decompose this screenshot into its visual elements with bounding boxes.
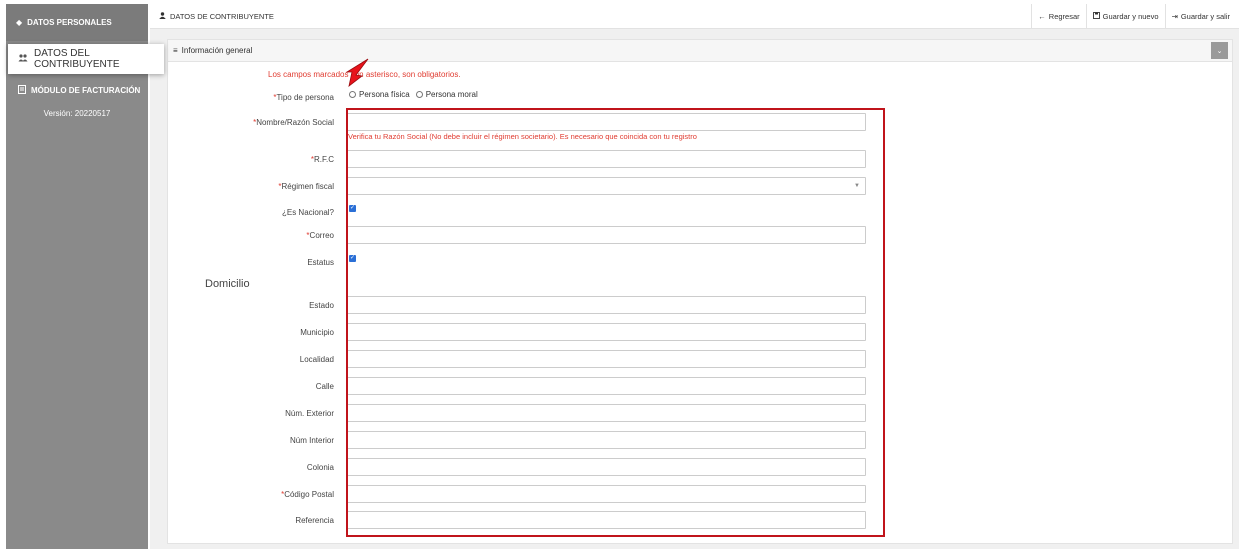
- label-text: Código Postal: [284, 490, 334, 499]
- estado-label: Estado: [309, 301, 334, 310]
- chevron-down-icon: ⌄: [1216, 47, 1223, 55]
- sign-out-icon: ⇥: [1171, 12, 1178, 21]
- codigo-postal-label: *Código Postal: [281, 490, 334, 499]
- sidebar-header[interactable]: ◆ DATOS PERSONALES: [6, 4, 148, 41]
- label-text: R.F.C: [314, 155, 334, 164]
- user-icon: [159, 12, 166, 21]
- toolbar: ← Regresar Guardar y nuevo ⇥ Guardar y s…: [1031, 4, 1236, 29]
- correo-label: *Correo: [306, 231, 334, 240]
- label-text: Nombre/Razón Social: [256, 118, 334, 127]
- select-arrow-icon: ▼: [854, 183, 860, 189]
- radio-label: Persona moral: [425, 90, 478, 99]
- save-new-button[interactable]: Guardar y nuevo: [1085, 4, 1165, 29]
- localidad-input[interactable]: [347, 350, 866, 368]
- codigo-postal-input[interactable]: [347, 485, 866, 503]
- estado-input[interactable]: [347, 296, 866, 314]
- radio-circle[interactable]: [415, 91, 423, 98]
- nombre-label: *Nombre/Razón Social: [253, 118, 334, 127]
- num-interior-input[interactable]: [347, 431, 866, 449]
- estatus-label: Estatus: [307, 258, 334, 267]
- sidebar-item-contribuyente[interactable]: DATOS DEL CONTRIBUYENTE: [8, 44, 164, 74]
- sidebar: ◆ DATOS PERSONALES MÓDULO DE FACTURACIÓN…: [6, 4, 148, 549]
- referencia-label: Referencia: [295, 516, 334, 525]
- panel-header: ≡ Información general ⌄: [168, 40, 1232, 62]
- sidebar-item-label: MÓDULO DE FACTURACIÓN: [31, 85, 141, 95]
- radio-persona-moral[interactable]: Persona moral: [415, 90, 478, 99]
- label-text: Tipo de persona: [276, 93, 334, 102]
- calle-input[interactable]: [347, 377, 866, 395]
- num-interior-label: Núm Interior: [289, 436, 334, 445]
- page-title-text: DATOS DE CONTRIBUYENTE: [170, 12, 274, 21]
- nombre-input[interactable]: [347, 113, 866, 131]
- tipo-persona-radio-group: Persona física Persona moral: [349, 90, 478, 99]
- regimen-label: *Régimen fiscal: [278, 182, 334, 191]
- sidebar-item-label: DATOS DEL CONTRIBUYENTE: [34, 48, 120, 70]
- localidad-label: Localidad: [299, 355, 334, 364]
- correo-input[interactable]: [347, 226, 866, 244]
- radio-circle[interactable]: [349, 91, 356, 98]
- referencia-input[interactable]: [347, 511, 866, 529]
- red-arrow-icon: [346, 58, 369, 87]
- num-exterior-label: Núm. Exterior: [285, 409, 334, 418]
- label-text: Correo: [309, 231, 334, 240]
- arrow-left-icon: ←: [1038, 12, 1046, 21]
- radio-label: Persona física: [359, 90, 410, 99]
- municipio-input[interactable]: [347, 323, 866, 341]
- estatus-checkbox[interactable]: ✓: [349, 255, 356, 262]
- label-text: Régimen fiscal: [281, 182, 334, 191]
- diamond-icon: ◆: [16, 18, 23, 27]
- sidebar-header-label: DATOS PERSONALES: [27, 18, 112, 27]
- nombre-hint: Verifica tu Razón Social (No debe inclui…: [348, 132, 697, 141]
- save-exit-button-label: Guardar y salir: [1180, 12, 1230, 21]
- regimen-select[interactable]: ▼: [347, 177, 866, 195]
- collapse-button[interactable]: ⌄: [1211, 42, 1228, 59]
- calle-label: Calle: [315, 382, 334, 391]
- radio-persona-fisica[interactable]: Persona física: [349, 90, 410, 99]
- nacional-checkbox[interactable]: ✓: [349, 205, 356, 212]
- back-button-label: Regresar: [1048, 12, 1080, 21]
- rfc-input[interactable]: [347, 150, 866, 168]
- page-title: DATOS DE CONTRIBUYENTE: [159, 12, 274, 21]
- version-label: Versión: 20220517: [43, 109, 111, 118]
- rfc-label: *R.F.C: [310, 155, 334, 164]
- top-bar: DATOS DE CONTRIBUYENTE ← Regresar Guarda…: [150, 4, 1239, 29]
- users-icon: [18, 53, 28, 65]
- nacional-label: ¿Es Nacional?: [281, 208, 334, 217]
- sidebar-item-facturacion[interactable]: MÓDULO DE FACTURACIÓN: [6, 80, 148, 100]
- municipio-label: Municipio: [300, 328, 334, 337]
- colonia-input[interactable]: [347, 458, 866, 476]
- domicilio-title: Domicilio: [205, 278, 250, 290]
- save-new-button-label: Guardar y nuevo: [1102, 12, 1159, 21]
- back-button[interactable]: ← Regresar: [1031, 4, 1085, 29]
- num-exterior-input[interactable]: [347, 404, 866, 422]
- hamburger-icon: ≡: [173, 46, 178, 55]
- save-exit-button[interactable]: ⇥ Guardar y salir: [1164, 4, 1236, 29]
- panel-title: Información general: [181, 46, 253, 55]
- save-icon: [1092, 12, 1100, 21]
- document-icon: [18, 84, 26, 96]
- tipo-persona-label: *Tipo de persona: [273, 93, 334, 102]
- colonia-label: Colonia: [306, 463, 334, 472]
